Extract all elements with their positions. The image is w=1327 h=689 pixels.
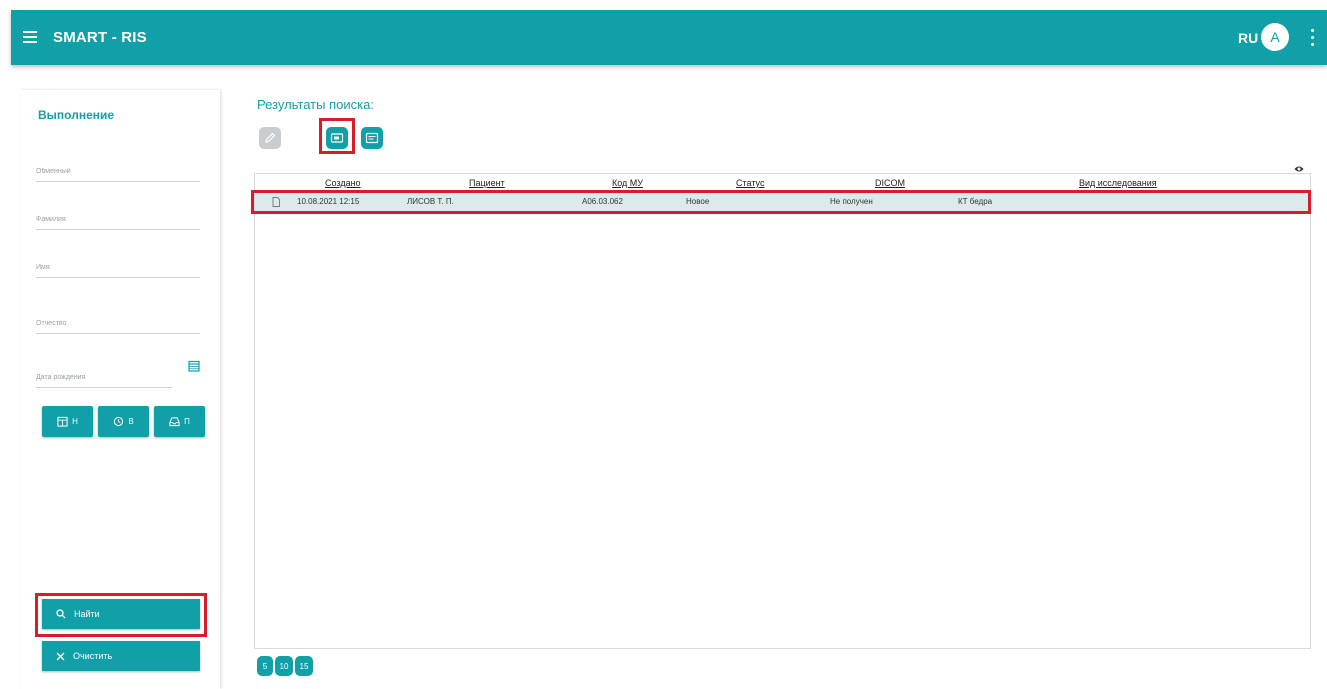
find-button[interactable]: Найти — [42, 599, 200, 629]
column-header-status[interactable]: Статус — [736, 178, 764, 188]
search-icon — [56, 609, 66, 619]
column-header-created[interactable]: Создано — [325, 178, 361, 188]
quick-filter-group: Н В П — [42, 406, 205, 437]
user-avatar[interactable]: A — [1261, 23, 1289, 51]
cell-code: A06.03.062 — [582, 197, 623, 206]
column-header-patient[interactable]: Пациент — [469, 178, 505, 188]
find-button-label: Найти — [74, 609, 100, 619]
page-size-15-button[interactable]: 15 — [295, 656, 313, 676]
new-filter-label: Н — [72, 417, 78, 426]
document-icon — [272, 197, 280, 207]
history-filter-label: В — [128, 417, 134, 426]
cell-patient: ЛИСОВ Т. П. — [407, 197, 454, 206]
cell-dicom: Не получен — [830, 197, 873, 206]
history-icon — [114, 416, 124, 427]
calendar-icon[interactable] — [188, 360, 200, 372]
first-name-input[interactable] — [36, 264, 200, 271]
cell-study-type: КТ бедра — [958, 197, 993, 206]
hamburger-menu-icon[interactable] — [23, 31, 37, 43]
page-size-selector: 5 10 15 — [257, 656, 313, 676]
birth-date-input[interactable] — [36, 374, 172, 381]
clear-button-label: Очистить — [73, 651, 113, 661]
inbox-filter-button[interactable]: П — [154, 406, 205, 437]
more-vert-icon[interactable] — [1310, 27, 1314, 47]
inbox-filter-label: П — [184, 417, 190, 426]
app-title: SMART - RIS — [53, 29, 147, 46]
page-size-5-button[interactable]: 5 — [257, 656, 273, 676]
middle-name-input[interactable] — [36, 320, 200, 327]
sidebar-title: Выполнение — [38, 108, 115, 122]
inbox-icon — [169, 417, 180, 427]
language-switch[interactable]: RU — [1238, 30, 1258, 46]
calendar-icon — [57, 416, 68, 427]
exchange-field[interactable] — [36, 160, 200, 182]
cell-status: Новое — [686, 197, 710, 206]
first-name-field[interactable] — [36, 256, 200, 278]
search-sidebar: Выполнение Н В П Найти — [20, 90, 220, 689]
cell-created: 10.08.2021 12:15 — [297, 197, 360, 206]
top-app-bar: SMART - RIS RU A — [11, 10, 1327, 65]
results-table: Создано Пациент Код МУ Статус DICOM Вид … — [254, 173, 1311, 649]
last-name-input[interactable] — [36, 216, 200, 223]
column-header-dicom[interactable]: DICOM — [875, 178, 905, 188]
results-title: Результаты поиска: — [257, 97, 374, 112]
table-row[interactable]: 10.08.2021 12:15 ЛИСОВ Т. П. A06.03.062 … — [255, 192, 1310, 212]
eye-icon[interactable] — [1294, 165, 1304, 173]
column-header-study-type[interactable]: Вид исследования — [1079, 178, 1157, 188]
exchange-input[interactable] — [36, 168, 200, 175]
edit-button[interactable] — [259, 127, 281, 149]
last-name-field[interactable] — [36, 208, 200, 230]
open-viewer-button[interactable] — [326, 127, 348, 149]
page-size-10-button[interactable]: 10 — [275, 656, 293, 676]
close-icon — [56, 652, 65, 660]
middle-name-field[interactable] — [36, 312, 200, 334]
column-header-code[interactable]: Код МУ — [612, 178, 643, 188]
viewer-icon — [330, 133, 344, 143]
history-filter-button[interactable]: В — [98, 406, 149, 437]
clear-button[interactable]: Очистить — [42, 641, 200, 671]
birth-date-field[interactable] — [36, 366, 172, 388]
edit-icon — [265, 132, 276, 143]
report-button[interactable] — [361, 127, 383, 149]
report-icon — [365, 132, 379, 144]
new-filter-button[interactable]: Н — [42, 406, 93, 437]
